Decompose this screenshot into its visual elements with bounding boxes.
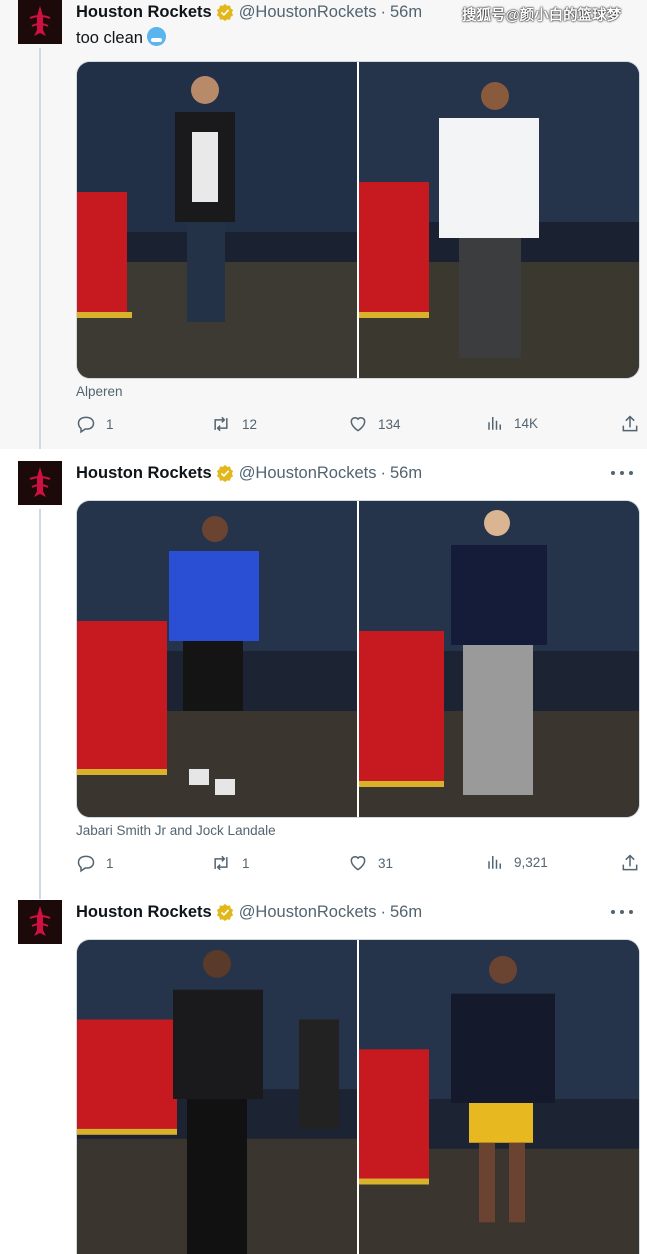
thread-line: [39, 48, 41, 449]
reply-button[interactable]: 1: [76, 853, 114, 873]
avatar[interactable]: [18, 900, 62, 944]
share-icon: [622, 415, 638, 432]
reply-icon: [77, 416, 95, 434]
media-caption: Alperen: [76, 384, 123, 399]
avatar[interactable]: [18, 0, 62, 44]
thread-line: [39, 509, 41, 899]
tweet-text: too clean: [76, 27, 166, 48]
action-bar: 1 12 134 14K: [76, 414, 640, 436]
player-photo-5: [77, 940, 357, 1254]
rockets-logo-icon: [18, 900, 62, 944]
repost-button[interactable]: 1: [210, 853, 250, 873]
photo[interactable]: [77, 940, 357, 1254]
watermark: 搜狐号@颜小白的篮球梦: [462, 8, 622, 24]
more-options-button[interactable]: [611, 463, 633, 483]
like-count: 31: [378, 855, 394, 871]
photo[interactable]: [359, 62, 639, 378]
photo[interactable]: [77, 501, 357, 817]
photo[interactable]: [359, 501, 639, 817]
separator-dot: ·: [380, 902, 387, 921]
verified-badge-icon: [216, 3, 233, 21]
timestamp[interactable]: 56m: [390, 903, 422, 922]
tweet-1[interactable]: Houston Rockets @HoustonRockets · 56m 搜狐…: [0, 0, 647, 449]
heart-icon: [350, 856, 366, 871]
like-button[interactable]: 134: [348, 414, 401, 434]
more-options-button[interactable]: [611, 902, 633, 922]
more-dot: [620, 471, 624, 475]
separator-dot: ·: [380, 2, 387, 21]
timestamp[interactable]: 56m: [390, 3, 422, 22]
tweet-header: Houston Rockets @HoustonRockets · 56m: [76, 901, 422, 923]
player-photo-6: [359, 940, 639, 1254]
views-button[interactable]: 9,321: [486, 853, 548, 871]
like-count: 134: [378, 416, 401, 432]
tweet-3[interactable]: Houston Rockets @HoustonRockets · 56m: [0, 888, 647, 1254]
user-handle[interactable]: @HoustonRockets: [239, 464, 377, 483]
reply-count: 1: [106, 416, 114, 432]
media-grid[interactable]: [76, 61, 640, 379]
tweet-text-content: too clean: [76, 29, 143, 47]
more-dot: [620, 910, 624, 914]
verified-badge-icon: [216, 464, 233, 482]
heart-icon: [350, 417, 366, 432]
repost-icon: [214, 855, 228, 871]
views-chart-icon: [488, 856, 501, 869]
display-name[interactable]: Houston Rockets: [76, 903, 212, 922]
more-dot: [629, 910, 633, 914]
separator-dot: ·: [380, 463, 387, 482]
timestamp[interactable]: 56m: [390, 464, 422, 483]
repost-button[interactable]: 12: [210, 414, 257, 434]
repost-count: 12: [242, 416, 258, 432]
photo[interactable]: [77, 62, 357, 378]
player-photo-1: [77, 62, 357, 378]
verified-badge-icon: [216, 903, 233, 921]
player-photo-3: [77, 501, 357, 817]
user-handle[interactable]: @HoustonRockets: [239, 3, 377, 22]
media-grid[interactable]: [76, 939, 640, 1254]
media-grid[interactable]: [76, 500, 640, 818]
reply-count: 1: [106, 855, 114, 871]
rockets-logo-icon: [18, 0, 62, 44]
views-chart-icon: [488, 417, 501, 430]
tweet-header: Houston Rockets @HoustonRockets · 56m: [76, 462, 422, 484]
share-button[interactable]: [620, 853, 640, 878]
tweet-2[interactable]: Houston Rockets @HoustonRockets · 56m Ja…: [0, 449, 647, 899]
repost-icon: [214, 416, 228, 432]
tweet-header: Houston Rockets @HoustonRockets · 56m: [76, 1, 422, 23]
rockets-logo-icon: [18, 461, 62, 505]
view-count: 14K: [514, 415, 539, 431]
views-button[interactable]: 14K: [486, 414, 538, 432]
player-photo-4: [359, 501, 639, 817]
more-dot: [611, 910, 615, 914]
action-bar: 1 1 31 9,321: [76, 853, 640, 875]
display-name[interactable]: Houston Rockets: [76, 3, 212, 22]
reply-icon: [77, 855, 95, 873]
media-caption: Jabari Smith Jr and Jock Landale: [76, 823, 276, 838]
like-button[interactable]: 31: [348, 853, 393, 873]
view-count: 9,321: [514, 854, 548, 870]
display-name[interactable]: Houston Rockets: [76, 464, 212, 483]
photo[interactable]: [359, 940, 639, 1254]
reply-button[interactable]: 1: [76, 414, 114, 434]
more-dot: [629, 471, 633, 475]
repost-count: 1: [242, 855, 250, 871]
more-dot: [611, 471, 615, 475]
user-handle[interactable]: @HoustonRockets: [239, 903, 377, 922]
share-icon: [622, 854, 638, 871]
player-photo-2: [359, 62, 639, 378]
cold-face-emoji-icon: [146, 27, 166, 46]
avatar[interactable]: [18, 461, 62, 505]
share-button[interactable]: [620, 414, 640, 439]
